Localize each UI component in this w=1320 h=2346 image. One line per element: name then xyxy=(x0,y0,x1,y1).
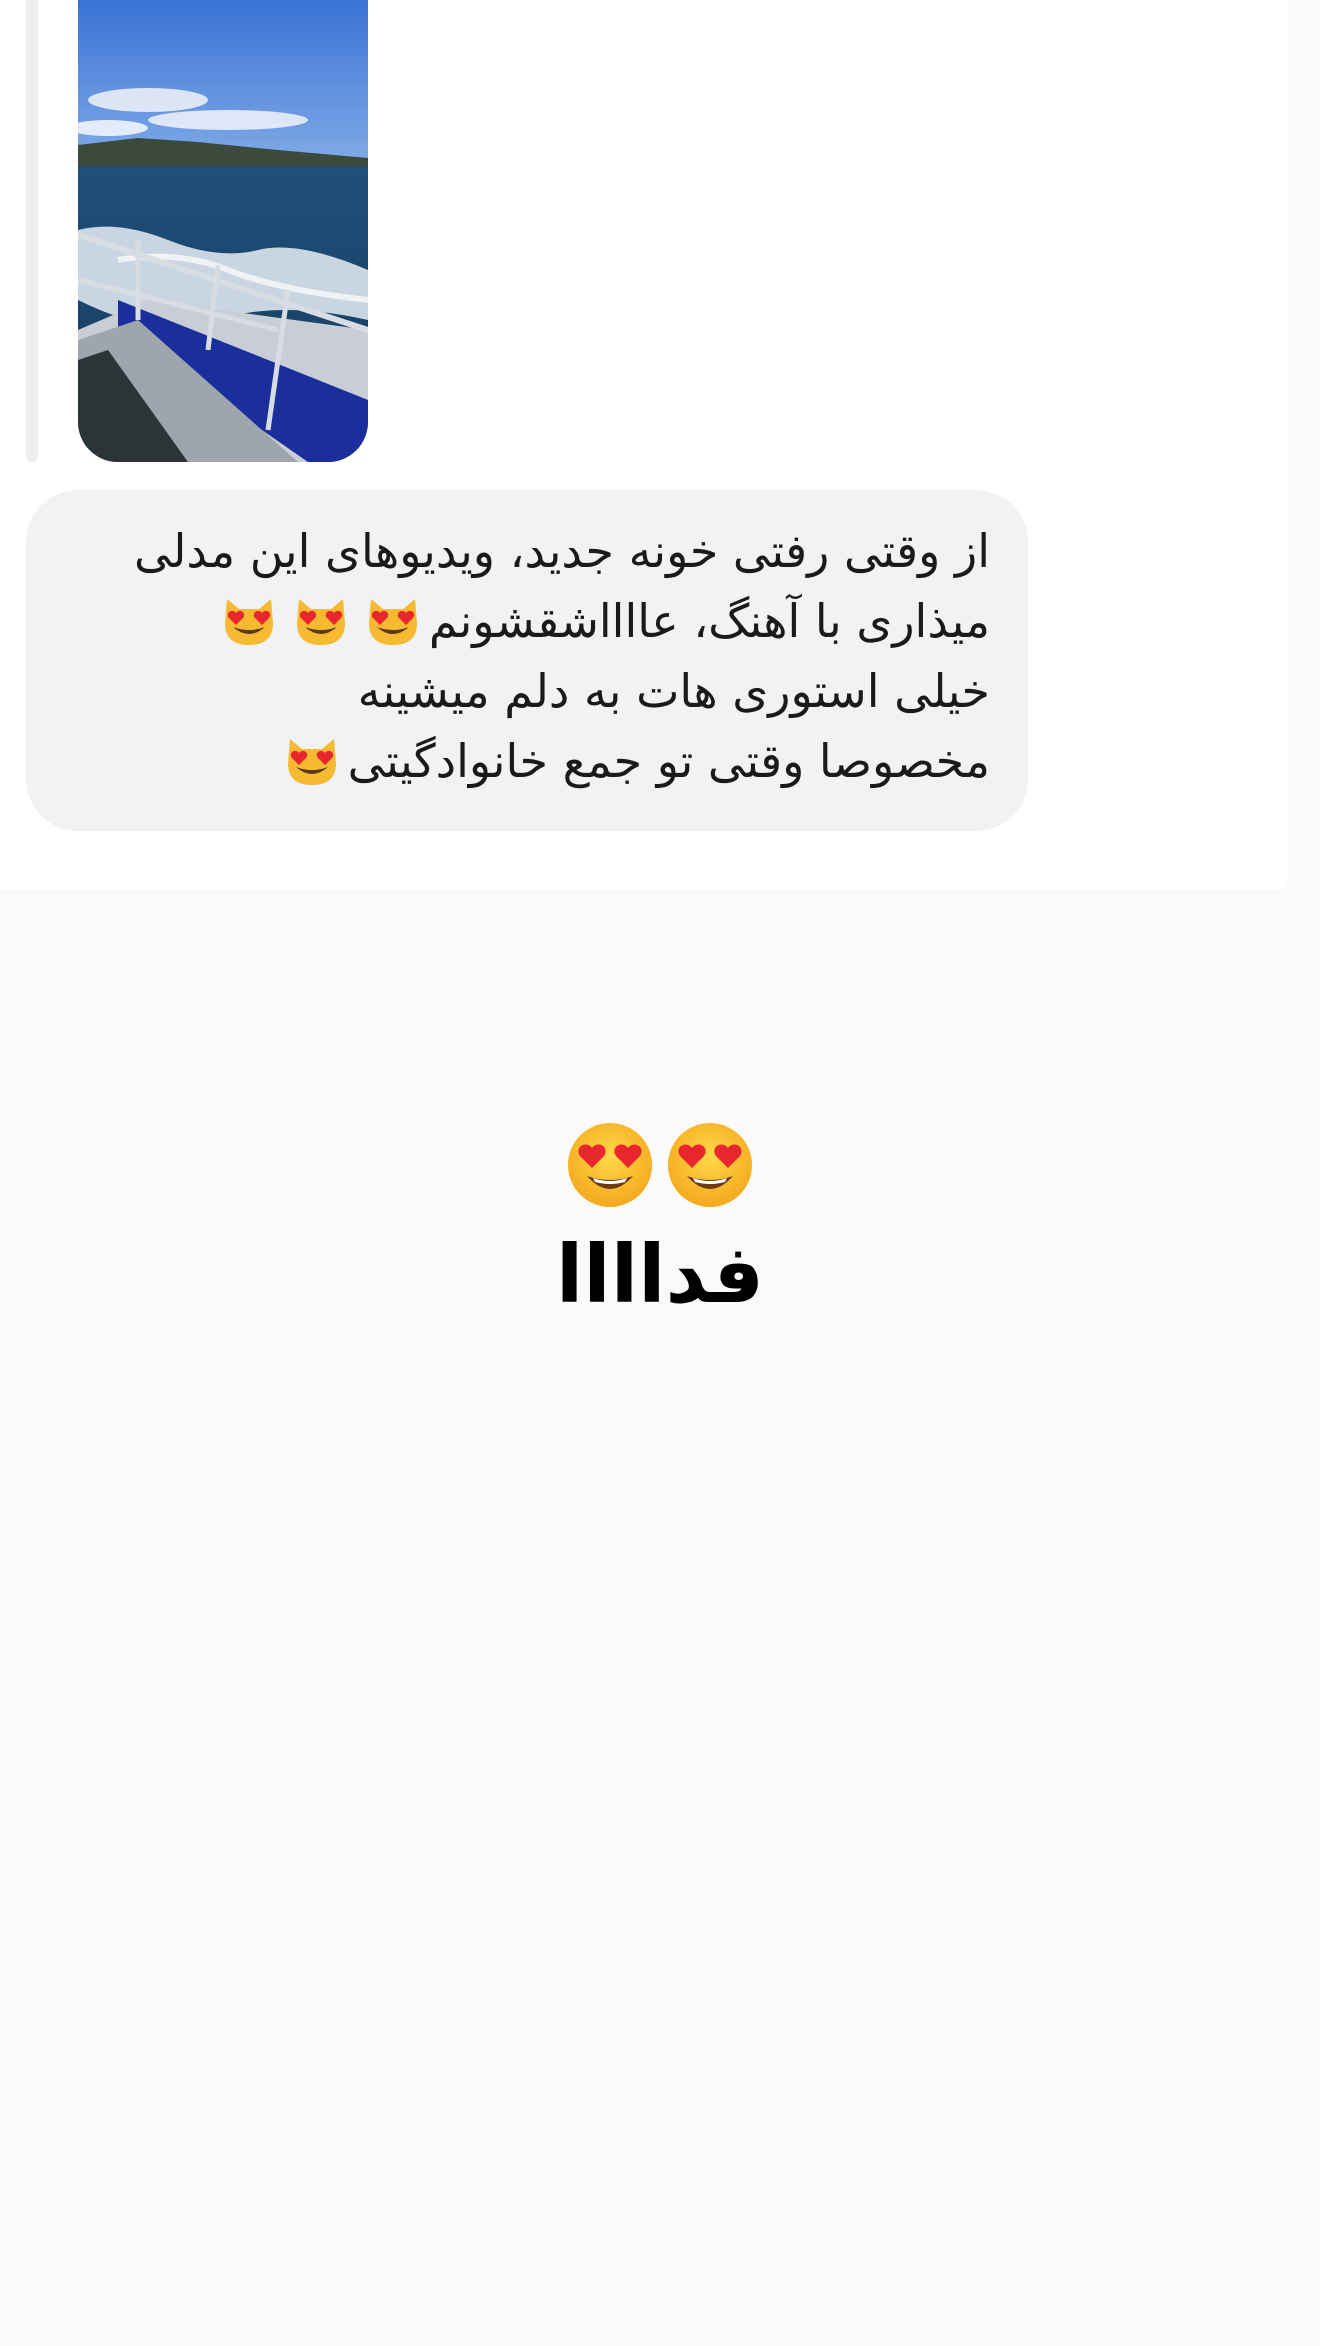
message-line-4-text: مخصوصا وقتی تو جمع خانوادگیتی xyxy=(347,734,990,788)
main-message-text: فداااا xyxy=(555,1228,765,1321)
message-line-1: از وقتی رفتی خونه جدید، ویدیوهای این مدل… xyxy=(134,524,990,578)
heart-eyes-cat-icon xyxy=(368,599,417,645)
heart-eyes-cat-icon xyxy=(296,599,345,645)
message-line-3: خیلی استوری هات به دلم میشینه xyxy=(357,664,990,718)
story-reply-card: از وقتی رفتی خونه جدید، ویدیوهای این مدل… xyxy=(0,0,1288,890)
reply-indicator-bar xyxy=(26,0,38,462)
heart-eyes-emoji-row xyxy=(0,1120,1320,1216)
heart-eyes-face-icon xyxy=(667,1123,752,1207)
heart-eyes-cat-emoji-group xyxy=(213,586,429,656)
heart-eyes-cat-icon xyxy=(287,739,336,785)
boat-sea-photo-icon xyxy=(78,0,368,462)
message-line-4: مخصوصا وقتی تو جمع خانوادگیتی xyxy=(64,726,990,796)
heart-eyes-cat-emoji-group xyxy=(276,726,348,796)
story-thumbnail[interactable] xyxy=(78,0,368,462)
heart-eyes-cat-icon xyxy=(224,599,273,645)
heart-eyes-face-icon xyxy=(568,1123,653,1207)
message-text: از وقتی رفتی خونه جدید، ویدیوهای این مدل… xyxy=(64,516,990,796)
message-bubble[interactable]: از وقتی رفتی خونه جدید، ویدیوهای این مدل… xyxy=(26,490,1028,831)
chat-screen: از وقتی رفتی خونه جدید، ویدیوهای این مدل… xyxy=(0,0,1320,2346)
message-line-2-text: میذاری با آهنگ، عااااشقشونم xyxy=(428,594,990,648)
message-line-2: میذاری با آهنگ، عااااشقشونم xyxy=(64,586,990,656)
main-message[interactable]: فداااا xyxy=(0,1120,1320,1330)
